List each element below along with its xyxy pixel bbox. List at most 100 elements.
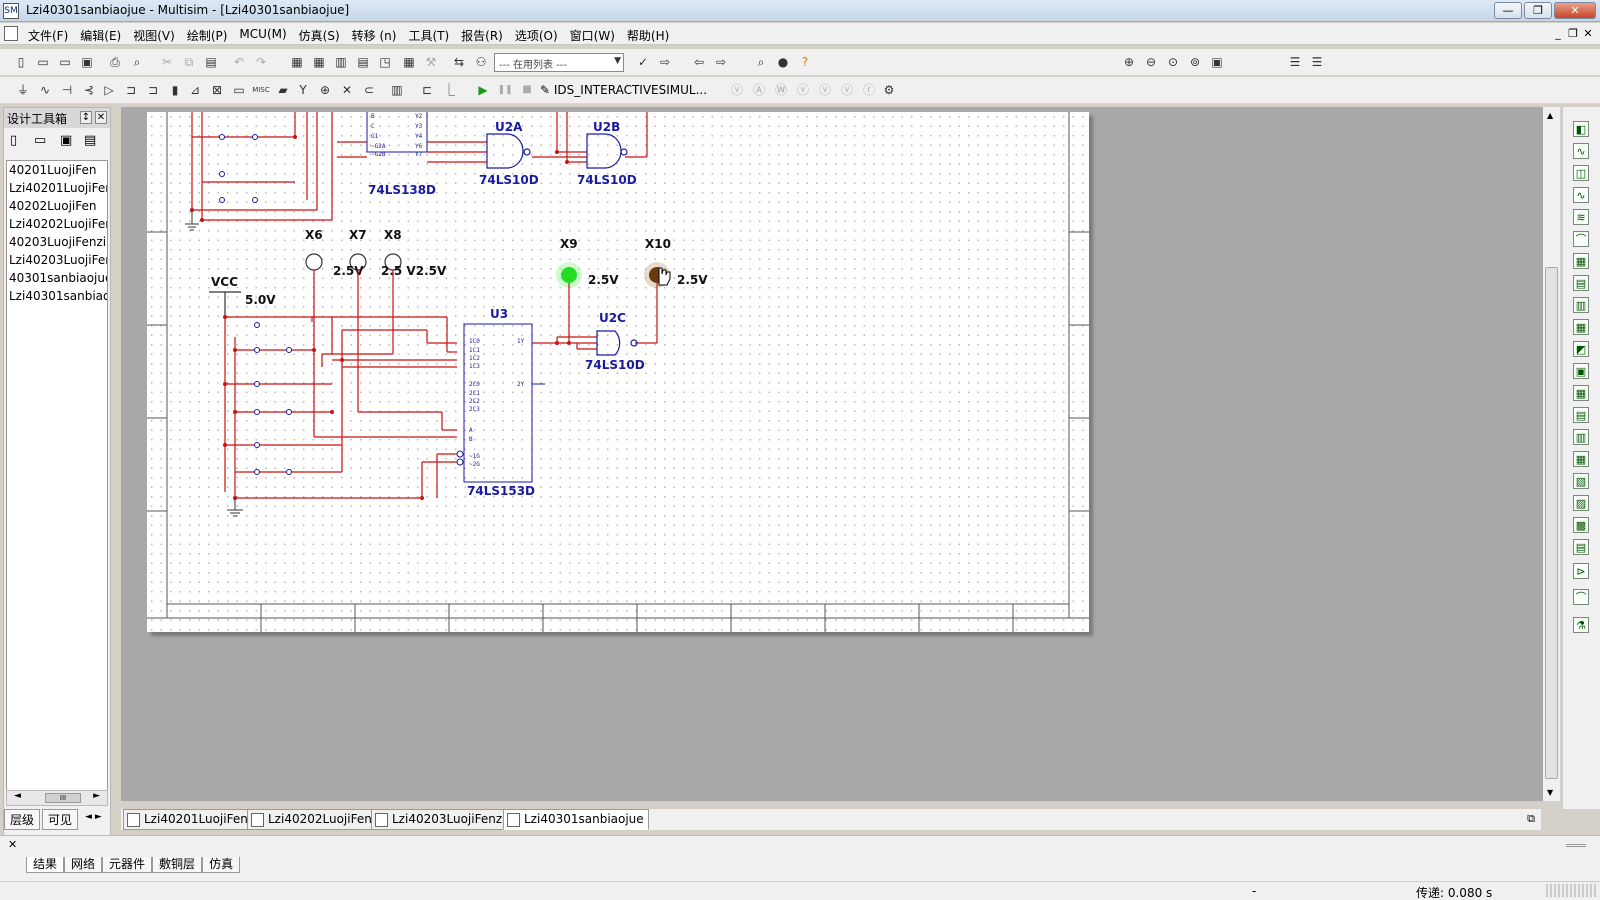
full-screen-icon[interactable]: ▣	[1208, 53, 1226, 71]
tree-item[interactable]: Lzi40201LuojiFen	[7, 179, 107, 197]
transfer-to-ultiboard-icon[interactable]: ⇨	[656, 53, 674, 71]
menu-simulate[interactable]: 仿真(S)	[293, 23, 346, 45]
mixed-icon[interactable]: ⊿	[186, 81, 204, 99]
power-probe-icon[interactable]: Ⓦ	[772, 81, 790, 99]
multimeter-icon[interactable]: ◧	[1573, 121, 1589, 137]
hierarchical-block-icon[interactable]: ▥	[388, 81, 406, 99]
advanced-peripherals-icon[interactable]: ▰	[274, 81, 292, 99]
schematic-workspace[interactable]: B C G1 ~G2A ~G2B Y2 Y3 Y4 Y6 Y7 74LS138D U2A 74L…	[121, 107, 1543, 801]
restore-button[interactable]: ❐	[1524, 2, 1552, 19]
open-design-icon[interactable]: ▭	[34, 133, 46, 148]
tab-components[interactable]: 元器件	[102, 857, 153, 873]
mdi-close-button[interactable]: ✕	[1582, 27, 1594, 40]
menu-tools[interactable]: 工具(T)	[402, 23, 455, 45]
current-clamp-icon[interactable]: ⌒	[1573, 589, 1589, 605]
doc-tab-lzi40201[interactable]: Lzi40201LuojiFen	[123, 809, 253, 830]
doc-tab-lzi40203[interactable]: Lzi40203LuojiFenzi	[371, 809, 511, 830]
minimize-button[interactable]: —	[1494, 2, 1522, 19]
measurement-probe-icon[interactable]: ⊳	[1573, 563, 1589, 579]
close-design-icon[interactable]: ▤	[84, 133, 96, 148]
power-icon[interactable]: ▭	[230, 81, 248, 99]
tree-item[interactable]: Lzi40203LuojiFen	[7, 251, 107, 269]
network-analyzer-icon[interactable]: ▤	[1573, 407, 1589, 423]
table-view-icon[interactable]: ☰	[1308, 53, 1326, 71]
erc-icon[interactable]: ✓	[634, 53, 652, 71]
tab-hierarchy[interactable]: 层级	[4, 809, 41, 830]
print-icon[interactable]: ⎙	[106, 53, 124, 71]
word-generator-icon[interactable]: ▤	[1573, 275, 1589, 291]
resize-grip[interactable]	[1546, 884, 1596, 897]
menu-edit[interactable]: 编辑(E)	[74, 23, 127, 45]
scroll-thumb[interactable]: III	[45, 793, 81, 803]
toolbox-close-icon[interactable]: ✕	[95, 111, 107, 124]
redo-icon[interactable]: ↷	[252, 53, 270, 71]
grid-icon[interactable]: ▦	[310, 53, 328, 71]
tree-item[interactable]: 40301sanbiaojue	[7, 269, 107, 287]
pin-icon[interactable]: ↕	[80, 111, 92, 124]
tab-copper-layers[interactable]: 敷铜层	[152, 857, 203, 873]
misc-icon[interactable]: MISC	[252, 81, 270, 99]
scroll-down-icon[interactable]: ▼	[1547, 788, 1553, 797]
fullscreen-icon[interactable]: ▦	[288, 53, 306, 71]
database-icon[interactable]: ▦	[400, 53, 418, 71]
doc-tab-lzi40202[interactable]: Lzi40202LuojiFen	[247, 809, 377, 830]
source-icon[interactable]: ⏚	[14, 81, 32, 99]
save-design-icon[interactable]: ▣	[60, 133, 72, 148]
basic-icon[interactable]: ∿	[36, 81, 54, 99]
workspace-vertical-scrollbar[interactable]: ▲ ▼	[1543, 107, 1560, 801]
menu-place[interactable]: 绘制(P)	[181, 23, 234, 45]
logic-analyzer-icon[interactable]: ▦	[1573, 319, 1589, 335]
pause-simulation-icon[interactable]: ❚❚	[496, 81, 514, 99]
tab-visibility[interactable]: 可见	[42, 809, 79, 830]
menu-transfer[interactable]: 转移 (n)	[346, 23, 403, 45]
tree-item[interactable]: 40203LuojiFenzi	[7, 233, 107, 251]
ni-elvis-icon[interactable]: ▤	[1573, 539, 1589, 555]
iv-analyzer-icon[interactable]: ◩	[1573, 341, 1589, 357]
mdi-restore-button[interactable]: ❐	[1567, 27, 1579, 40]
grapher-icon[interactable]: ◳	[376, 53, 394, 71]
scroll-up-icon[interactable]: ▲	[1547, 111, 1553, 120]
digital-probe-icon[interactable]: ⓥ	[838, 81, 856, 99]
bus-icon[interactable]: ⊏	[418, 81, 436, 99]
menu-options[interactable]: 选项(O)	[509, 23, 564, 45]
probe-tool-icon[interactable]: ⚗	[1573, 617, 1589, 633]
list-view-icon[interactable]: ☰	[1286, 53, 1304, 71]
tab-results[interactable]: 结果	[26, 857, 65, 873]
new-design-icon[interactable]: ▯	[10, 133, 17, 148]
tab-overflow-icon[interactable]: ⧉	[1527, 812, 1535, 826]
tree-horizontal-scrollbar[interactable]: ◄ III ►	[6, 790, 108, 806]
in-use-list-select[interactable]: --- 在用列表 --- ▼	[494, 53, 624, 72]
paste-icon[interactable]: ▤	[202, 53, 220, 71]
diff-voltage-probe-icon[interactable]: ⓥ	[794, 81, 812, 99]
indicator-icon[interactable]: ⊠	[208, 81, 226, 99]
ni-components-icon[interactable]: ⊂	[360, 81, 378, 99]
stop-simulation-icon[interactable]: ■	[518, 81, 536, 99]
tab-nets[interactable]: 网络	[64, 857, 103, 873]
help-icon[interactable]: ?	[796, 53, 814, 71]
open-folder-icon[interactable]: ▭	[34, 53, 52, 71]
menu-window[interactable]: 窗口(W)	[564, 23, 621, 45]
open-sample-icon[interactable]: ▭	[56, 53, 74, 71]
probe-icon[interactable]: ⎿	[440, 81, 458, 99]
cut-icon[interactable]: ✂	[158, 53, 176, 71]
probe-settings-gear-icon[interactable]: ⚙	[880, 81, 898, 99]
back-annotate-icon[interactable]: ⇦	[690, 53, 708, 71]
new-file-icon[interactable]: ▯	[12, 53, 30, 71]
transistor-icon[interactable]: ⊰	[80, 81, 98, 99]
netlist-icon[interactable]: ⇆	[450, 53, 468, 71]
menu-reports[interactable]: 报告(R)	[455, 23, 509, 45]
tab-simulation[interactable]: 仿真	[202, 857, 241, 873]
print-preview-icon[interactable]: ⌕	[128, 53, 146, 71]
forward-annotate-icon[interactable]: ⇨	[712, 53, 730, 71]
cmos-icon[interactable]: ⊐	[144, 81, 162, 99]
zoom-area-icon[interactable]: ⊙	[1164, 53, 1182, 71]
panel-close-icon[interactable]: ✕	[8, 838, 17, 851]
education-website-icon[interactable]: ●	[774, 53, 792, 71]
doc-tab-lzi40301[interactable]: Lzi40301sanbiaojue	[503, 809, 649, 830]
voltage-ref-probe-icon[interactable]: ⓥ	[816, 81, 834, 99]
wattmeter-icon[interactable]: ◫	[1573, 165, 1589, 181]
current-probe-icon[interactable]: Ⓐ	[750, 81, 768, 99]
agilent-oscilloscope-icon[interactable]: ▧	[1573, 473, 1589, 489]
close-button[interactable]: ✕	[1554, 2, 1596, 19]
zoom-out-icon[interactable]: ⊖	[1142, 53, 1160, 71]
